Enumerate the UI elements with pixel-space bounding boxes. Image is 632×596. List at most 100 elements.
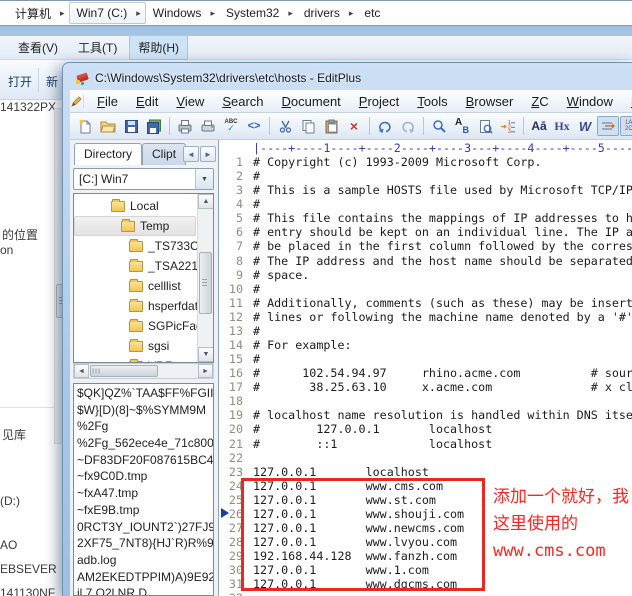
tree-item[interactable]: hsperfdat (74, 296, 196, 316)
tree-item[interactable]: sgsi (74, 336, 196, 356)
breadcrumb-segment[interactable]: 计算机 (8, 2, 69, 25)
explorer-menu-item[interactable]: 帮助(H) (129, 35, 188, 60)
editor-line[interactable]: # space. (219, 268, 632, 282)
editor-line[interactable]: # 127.0.0.1 localhost (219, 422, 632, 436)
editor-line[interactable]: # (219, 197, 632, 211)
file-item[interactable]: 2XF75_7NT8){HJ`R)R%9 (77, 536, 213, 553)
editor-line[interactable]: # ::1 localhost (219, 437, 632, 451)
editplus-menu-item[interactable]: Edit (127, 91, 167, 112)
line-number-toggle[interactable]: 1AB2CD (620, 116, 632, 136)
editor-line[interactable]: # (219, 352, 632, 366)
tree-item[interactable]: SGPicFace (74, 316, 196, 336)
new-folder-button[interactable]: 新 (46, 73, 58, 90)
editor-line[interactable]: # The IP address and the host name shoul… (219, 254, 632, 268)
tab-scroll-left-icon[interactable]: ◄ (183, 146, 199, 162)
editor-line[interactable]: # (219, 324, 632, 338)
editor-line[interactable]: # This is a sample HOSTS file used by Mi… (219, 183, 632, 197)
editor-line[interactable] (219, 394, 632, 408)
editplus-menu-item[interactable]: Browser (457, 91, 523, 112)
save-icon[interactable] (120, 116, 142, 136)
tab-scroll-right-icon[interactable]: ► (200, 146, 216, 162)
find-icon[interactable] (428, 116, 450, 136)
editor-line[interactable]: # entry should be kept on an individual … (219, 225, 632, 239)
editor-line[interactable]: # (219, 282, 632, 296)
explorer-menu-item[interactable]: 查看(V) (10, 36, 66, 59)
editplus-menu-item[interactable]: Document (273, 91, 350, 112)
file-item[interactable]: $QK]QZ%`TAA$FF%FGII (77, 386, 213, 403)
breadcrumb-segment[interactable]: System32 (219, 3, 297, 23)
scrollbar-thumb[interactable] (199, 252, 212, 314)
html-tags-icon[interactable]: <> (243, 116, 265, 136)
explorer-item-fragment[interactable]: 的位置 (2, 226, 38, 243)
file-item[interactable]: adb.log (77, 553, 213, 570)
new-document-icon[interactable] (74, 116, 96, 136)
tree-item[interactable]: _TSA221.t (74, 256, 196, 276)
explorer-item-fragment[interactable]: (D:) (0, 494, 20, 508)
scroll-right-icon[interactable]: ► (198, 364, 213, 378)
editor-line[interactable]: # 38.25.63.10 x.acme.com # x client host (219, 380, 632, 394)
editor-line[interactable]: # Copyright (c) 1993-2009 Microsoft Corp… (219, 155, 632, 169)
editplus-menu-item[interactable]: ZC (522, 91, 557, 112)
explorer-item-fragment[interactable]: 141130NF (0, 586, 55, 596)
scroll-left-icon[interactable]: ◄ (74, 364, 89, 378)
explorer-item-fragment[interactable]: 见库 (2, 426, 26, 443)
file-item[interactable]: %2Fg_562ece4e_71c800 (77, 436, 213, 453)
editor-line[interactable]: 127.0.0.1 www.1.com (219, 563, 632, 577)
word-wrap-icon[interactable]: W (574, 116, 596, 136)
explorer-menu-item[interactable]: 工具(T) (70, 36, 125, 59)
paste-icon[interactable] (320, 116, 342, 136)
editor-line[interactable]: # lines or following the machine name de… (219, 310, 632, 324)
open-file-icon[interactable] (97, 116, 119, 136)
explorer-item-fragment[interactable]: on (0, 243, 13, 257)
editor-line[interactable]: # This file contains the mappings of IP … (219, 211, 632, 225)
undo-icon[interactable] (374, 116, 396, 136)
file-item[interactable]: ~fx9C0D.tmp (77, 469, 213, 486)
editor-line[interactable]: # (219, 169, 632, 183)
goto-line-icon[interactable]: 123 (497, 116, 519, 136)
drive-selector[interactable]: [C:] Win7 ▼ (73, 168, 214, 190)
replace-icon[interactable]: AB (451, 116, 473, 136)
wrap-indicator-toggle[interactable] (597, 116, 619, 136)
file-item[interactable]: ~fxA47.tmp (77, 486, 213, 503)
delete-icon[interactable]: × (343, 116, 365, 136)
cut-icon[interactable] (274, 116, 296, 136)
editor-line[interactable]: 127.0.0.1 www.dgcms.com (219, 577, 632, 591)
titlebar[interactable]: C:\Windows\System32\drivers\etc\hosts - … (75, 68, 361, 88)
editplus-menu-item[interactable]: File (88, 91, 127, 112)
file-item[interactable]: AM2EKEDTPPIM)A)9E92 (77, 570, 213, 587)
find-in-files-icon[interactable] (474, 116, 496, 136)
tree-vertical-scrollbar[interactable]: ▲ ▼ (197, 194, 213, 362)
editplus-menu-item[interactable]: Window (558, 91, 622, 112)
scroll-down-icon[interactable]: ▼ (198, 347, 214, 362)
breadcrumb-segment[interactable]: drivers (297, 3, 358, 23)
editplus-menu-item[interactable]: Help (622, 91, 632, 112)
editor-line[interactable] (219, 451, 632, 465)
editplus-menu-item[interactable]: Tools (408, 91, 456, 112)
breadcrumb-segment[interactable]: Windows (146, 3, 219, 23)
breadcrumb-segment[interactable]: etc (357, 3, 393, 23)
editor-line[interactable]: 127.0.0.1 localhost (219, 465, 632, 479)
sidebar-tab[interactable]: Directory (74, 143, 142, 165)
tree-item[interactable]: Temp (74, 216, 196, 236)
editplus-menu-item[interactable]: Search (213, 91, 272, 112)
explorer-item-fragment[interactable]: EBSEVER (0, 562, 57, 576)
file-item[interactable]: ~DF83DF20F087615BC4 (77, 453, 213, 470)
print-icon[interactable] (197, 116, 219, 136)
explorer-item-fragment[interactable]: AO (0, 538, 17, 552)
editor-line[interactable] (219, 591, 632, 596)
file-item[interactable]: $W}[D)(8]~$%SYMM9M (77, 403, 213, 420)
explorer-item-fragment[interactable]: 141322PX (0, 100, 56, 114)
scrollbar-thumb[interactable] (90, 365, 158, 377)
chevron-down-icon[interactable]: ▼ (195, 169, 213, 189)
tree-horizontal-scrollbar[interactable]: ◄ ► (73, 363, 214, 379)
file-item[interactable]: ~fxE9B.tmp (77, 503, 213, 520)
file-item[interactable]: %2Fg (77, 419, 213, 436)
editor-line[interactable]: # be placed in the first column followed… (219, 239, 632, 253)
editplus-menu-item[interactable]: Project (350, 91, 408, 112)
spell-check-icon[interactable]: ABC✓ (220, 116, 242, 136)
copy-icon[interactable] (297, 116, 319, 136)
print-preview-icon[interactable] (174, 116, 196, 136)
tree-item[interactable]: VRF (74, 356, 196, 363)
editor-line[interactable]: # 102.54.94.97 rhino.acme.com # source s… (219, 366, 632, 380)
sidebar-tab[interactable]: Clipt (142, 143, 186, 165)
